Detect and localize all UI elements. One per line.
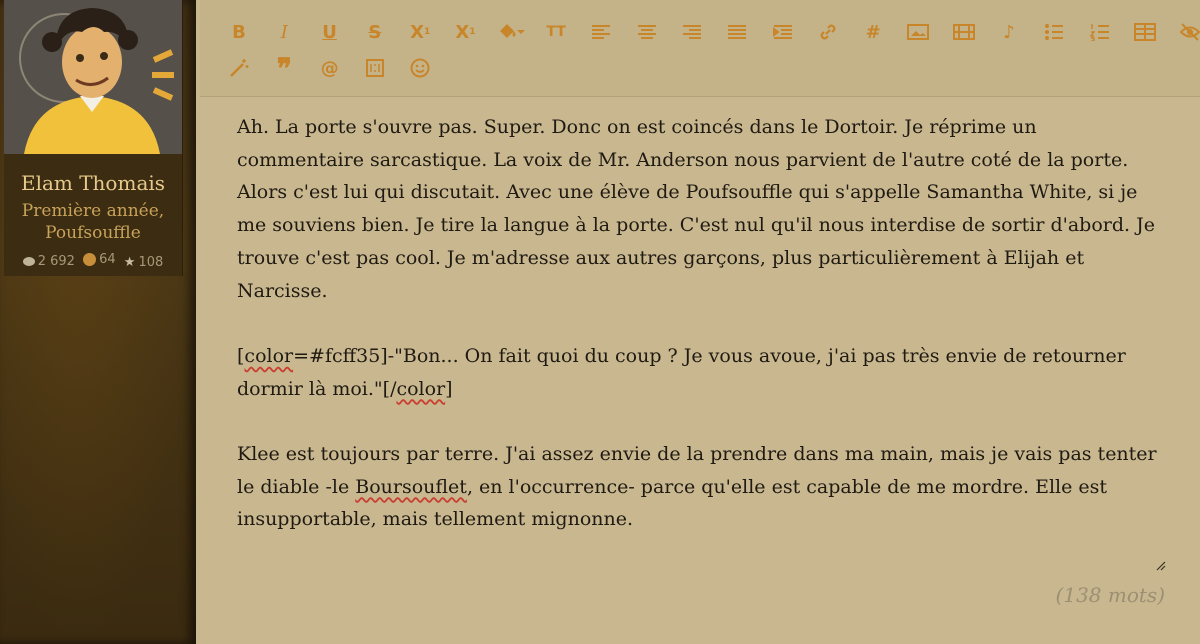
paragraph-1: Ah. La porte s'ouvre pas. Super. Donc on… <box>237 116 1155 302</box>
image-icon[interactable] <box>903 17 933 47</box>
hashtag-icon[interactable]: # <box>858 17 888 47</box>
user-stats: 2 692 64 ★ 108 <box>4 252 182 270</box>
sidebar: Elam Thomais Première année, Poufsouffle… <box>0 0 196 644</box>
messages-count: 2 692 <box>37 254 75 269</box>
indent-icon[interactable] <box>768 17 798 47</box>
align-left-icon[interactable] <box>586 17 616 47</box>
p2-close: ] <box>445 377 453 400</box>
coins-count: 64 <box>99 252 116 267</box>
resize-handle[interactable] <box>1154 559 1166 571</box>
p2-mid: =#fcff35]-"Bon... On fait quoi du coup ?… <box>237 344 1126 400</box>
misspelled-word: Boursouflet <box>355 475 467 498</box>
underline-icon[interactable]: U <box>315 17 345 47</box>
username[interactable]: Elam Thomais <box>4 171 182 195</box>
align-right-icon[interactable] <box>677 17 707 47</box>
hide-icon[interactable] <box>1175 17 1200 47</box>
align-center-icon[interactable] <box>632 17 662 47</box>
message-icon <box>22 257 35 266</box>
rank-house: Poufsouffle <box>45 223 141 243</box>
strikethrough-icon[interactable]: S <box>360 17 390 47</box>
emoji-icon[interactable] <box>405 53 435 83</box>
profile-card: Elam Thomais Première année, Poufsouffle… <box>4 0 183 276</box>
paragraph-3: Klee est toujours par terre. J'ai assez … <box>237 438 1167 536</box>
numbered-list-icon[interactable] <box>1085 17 1115 47</box>
avatar[interactable] <box>4 0 182 154</box>
video-icon[interactable] <box>949 17 979 47</box>
link-icon[interactable] <box>813 17 843 47</box>
font-size-icon[interactable]: TT <box>541 17 571 47</box>
misspelled-word: color <box>244 344 294 367</box>
justify-icon[interactable] <box>722 17 752 47</box>
messages-stat: 2 692 <box>22 254 75 269</box>
subscript-icon[interactable]: X1 <box>405 17 435 47</box>
misspelled-word: color <box>396 377 446 400</box>
rank-year: Première année, <box>21 201 165 221</box>
star-icon: ★ <box>123 255 136 270</box>
editor: B I U S X1 X1 TT # ♪ ❞ @ Ah. La porte s'… <box>200 0 1200 644</box>
mention-icon[interactable]: @ <box>315 53 345 83</box>
bullet-list-icon[interactable] <box>1039 17 1069 47</box>
toolbar: B I U S X1 X1 TT # ♪ ❞ @ <box>200 0 1200 97</box>
bold-icon[interactable]: B <box>224 17 254 47</box>
message-textarea[interactable]: Ah. La porte s'ouvre pas. Super. Donc on… <box>237 111 1167 569</box>
toolbar-row-1: B I U S X1 X1 TT # ♪ <box>224 17 1200 47</box>
stars-count: 108 <box>138 255 164 270</box>
spoiler-icon[interactable] <box>360 53 390 83</box>
italic-icon[interactable]: I <box>269 17 299 47</box>
coin-icon <box>83 253 97 266</box>
stars-stat: ★ 108 <box>124 255 163 270</box>
superscript-icon[interactable]: X1 <box>450 17 480 47</box>
user-rank: Première année, Poufsouffle <box>4 200 182 244</box>
text-color-icon[interactable] <box>496 17 526 47</box>
toolbar-row-2: ❞ @ <box>224 52 450 85</box>
music-icon[interactable]: ♪ <box>994 17 1024 47</box>
word-count: (138 mots) <box>1055 583 1165 607</box>
quote-icon[interactable]: ❞ <box>269 52 299 85</box>
coins-stat: 64 <box>83 252 116 267</box>
paragraph-2: [color=#fcff35]-"Bon... On fait quoi du … <box>237 340 1167 405</box>
table-icon[interactable] <box>1130 17 1160 47</box>
magic-wand-icon[interactable] <box>224 53 254 83</box>
